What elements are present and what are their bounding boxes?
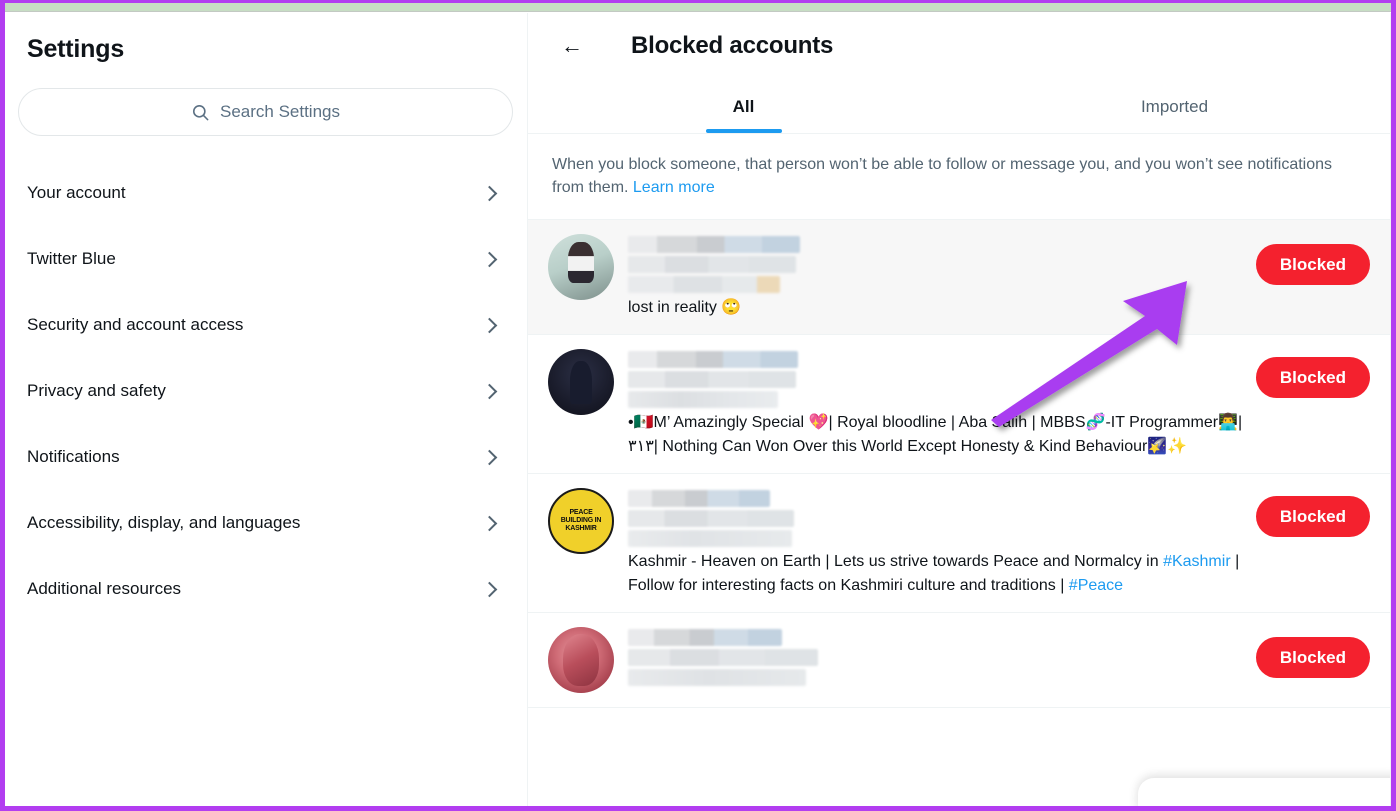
sidebar-item-label: Notifications (27, 447, 120, 466)
account-info: lost in reality 🙄 (628, 234, 1256, 320)
blocked-button[interactable]: Blocked (1255, 637, 1370, 678)
account-handle-redacted-2 (628, 276, 780, 293)
chevron-right-icon (481, 383, 498, 399)
sidebar-item-twitter-blue[interactable]: Twitter Blue (5, 226, 527, 292)
chevron-right-icon (481, 251, 498, 267)
settings-nav-list: Your account Twitter Blue Security and a… (5, 160, 527, 622)
hashtag-link-kashmir[interactable]: #Kashmir (1163, 553, 1231, 570)
tab-label: Imported (1140, 97, 1209, 116)
blocked-accounts-panel: ← Blocked accounts All Imported When you… (528, 13, 1391, 806)
sidebar-item-privacy-and-safety[interactable]: Privacy and safety (5, 358, 527, 424)
account-info: Kashmir - Heaven on Earth | Lets us stri… (628, 488, 1256, 598)
account-bio: •🇲🇽M’ Amazingly Special 💖| Royal bloodli… (628, 414, 1243, 455)
sidebar-item-label: Accessibility, display, and languages (27, 513, 301, 532)
table-row[interactable]: PEACE BUILDING IN KASHMIR Kashmir - Heav… (528, 474, 1390, 613)
back-arrow-icon[interactable]: ← (555, 29, 589, 63)
search-icon (191, 103, 210, 122)
tab-all[interactable]: All (528, 79, 959, 133)
chevron-right-icon (481, 581, 498, 597)
avatar[interactable]: PEACE BUILDING IN KASHMIR (548, 488, 614, 554)
sidebar-item-label: Additional resources (27, 579, 182, 598)
account-handle-redacted-2 (628, 530, 792, 547)
chevron-right-icon (481, 515, 498, 531)
account-handle-redacted-2 (628, 391, 778, 408)
sidebar-item-notifications[interactable]: Notifications (5, 424, 527, 490)
search-placeholder: Search Settings (219, 102, 340, 121)
tab-label: All (732, 97, 755, 116)
account-handle-redacted (628, 649, 818, 666)
account-bio: Kashmir - Heaven on Earth | Lets us stri… (628, 550, 1256, 598)
chevron-right-icon (481, 185, 498, 201)
bio-text: Kashmir - Heaven on Earth | Lets us stri… (628, 553, 1164, 570)
tab-imported[interactable]: Imported (959, 79, 1390, 133)
blocked-button[interactable]: Blocked (1255, 357, 1370, 398)
avatar[interactable] (548, 349, 614, 415)
blocked-button[interactable]: Blocked (1255, 244, 1370, 285)
browser-frame: Settings Search Settings Your account Tw… (0, 0, 1396, 811)
sidebar-item-label: Twitter Blue (27, 249, 116, 268)
chevron-right-icon (481, 449, 498, 465)
table-row[interactable]: lost in reality 🙄 Blocked (528, 220, 1390, 335)
account-info: •🇲🇽M’ Amazingly Special 💖| Royal bloodli… (628, 349, 1256, 459)
account-handle-redacted (628, 510, 794, 527)
avatar[interactable] (548, 234, 614, 300)
avatar-logo-text: PEACE BUILDING IN KASHMIR (560, 509, 602, 532)
account-display-name-redacted (628, 490, 770, 507)
panel-header: ← Blocked accounts (528, 13, 1390, 79)
account-display-name-redacted (628, 236, 800, 253)
page-title: Settings (27, 35, 125, 63)
browser-top-strip (5, 3, 1391, 12)
sidebar-item-label: Privacy and safety (27, 381, 166, 400)
sidebar-item-accessibility-display-and-languages[interactable]: Accessibility, display, and languages (5, 490, 527, 556)
panel-description: When you block someone, that person won’… (528, 134, 1390, 220)
table-row[interactable]: •🇲🇽M’ Amazingly Special 💖| Royal bloodli… (528, 335, 1390, 474)
sidebar-item-label: Security and account access (27, 315, 244, 334)
panel-title: Blocked accounts (631, 32, 834, 59)
sidebar-item-additional-resources[interactable]: Additional resources (5, 556, 527, 622)
sidebar-item-security-and-account-access[interactable]: Security and account access (5, 292, 527, 358)
chevron-right-icon (481, 317, 498, 333)
avatar[interactable] (548, 627, 614, 693)
hashtag-link-peace[interactable]: #Peace (1069, 577, 1123, 594)
account-display-name-redacted (628, 629, 782, 646)
account-display-name-redacted (628, 351, 798, 368)
blocked-button[interactable]: Blocked (1255, 496, 1370, 537)
settings-sidebar: Settings Search Settings Your account Tw… (5, 13, 528, 806)
account-handle-redacted (628, 371, 796, 388)
tab-bar: All Imported (528, 79, 1390, 134)
search-input[interactable]: Search Settings (18, 88, 513, 136)
sidebar-item-label: Your account (27, 183, 126, 202)
table-row[interactable]: Blocked (528, 613, 1390, 708)
account-bio: lost in reality 🙄 (628, 299, 742, 316)
account-handle-redacted-2 (628, 669, 806, 686)
page-body: Settings Search Settings Your account Tw… (5, 13, 1391, 806)
learn-more-link[interactable]: Learn more (633, 179, 715, 196)
search-wrapper: Search Settings (5, 64, 527, 136)
blocked-accounts-list: lost in reality 🙄 Blocked •🇲🇽M’ Amazingl… (528, 220, 1390, 708)
account-info (628, 627, 1256, 693)
account-handle-redacted (628, 256, 796, 273)
bottom-sheet-popup (1138, 778, 1390, 806)
sidebar-item-your-account[interactable]: Your account (5, 160, 527, 226)
